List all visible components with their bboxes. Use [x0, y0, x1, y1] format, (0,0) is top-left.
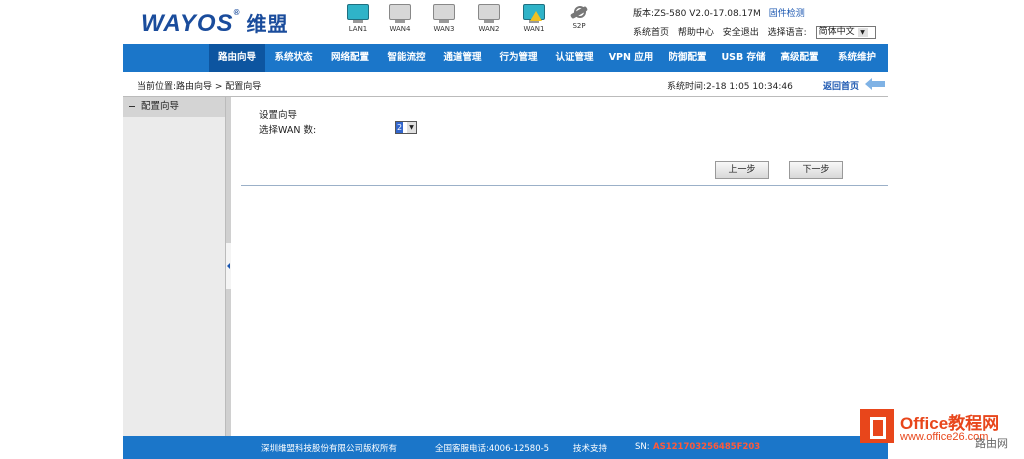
nav-system-status[interactable]: 系统状态: [266, 44, 321, 72]
sn-value: AS121703256485F203: [653, 442, 761, 452]
back-home-link[interactable]: 返回首页: [823, 79, 859, 92]
nav-maintenance[interactable]: 系统维护: [828, 44, 886, 72]
plug-icon: [568, 4, 590, 20]
sn-label: SN:: [635, 442, 650, 452]
port-wan4[interactable]: WAN4: [385, 4, 415, 33]
collapse-icon: [129, 106, 135, 107]
language-select[interactable]: 简体中文 ▼: [815, 26, 876, 39]
monitor-icon: [433, 4, 455, 20]
chevron-down-icon: ▼: [857, 28, 868, 37]
port-wan2[interactable]: WAN2: [474, 4, 504, 33]
nav-route-wizard[interactable]: 路由向导: [209, 44, 265, 72]
main-content: 设置向导 选择WAN 数: 2 ▼ 上一步 下一步: [231, 97, 888, 436]
firmware-check-link[interactable]: 固件检测: [769, 9, 805, 19]
footer: 深圳维盟科技股份有限公司版权所有 全国客服电话:4006-12580-5 技术支…: [123, 436, 888, 459]
sidebar: 配置向导: [123, 97, 226, 436]
lang-label: 选择语言:: [767, 28, 807, 38]
help-link[interactable]: 帮助中心: [678, 28, 714, 38]
home-link[interactable]: 系统首页: [633, 28, 669, 38]
chevron-down-icon: ▼: [407, 122, 416, 133]
router-admin-page: WAYOS®维盟 LAN1 WAN4 WAN3 WAN2 WAN1 S2P 版本…: [123, 0, 888, 459]
breadcrumb-bar: 当前位置:路由向导 > 配置向导 系统时间:2-18 1:05 10:34:46…: [123, 74, 888, 97]
support-link[interactable]: 技术支持: [573, 442, 607, 454]
wan-count-select[interactable]: 2 ▼: [395, 121, 417, 134]
back-arrow-icon[interactable]: [865, 78, 885, 90]
nav-vpn[interactable]: VPN 应用: [603, 44, 659, 72]
nav-channel-mgmt[interactable]: 通道管理: [435, 44, 490, 72]
watermark: Office教程网 www.office26.com 路由网: [860, 405, 1024, 459]
nav-auth-mgmt[interactable]: 认证管理: [547, 44, 602, 72]
nav-traffic-control[interactable]: 智能流控: [379, 44, 434, 72]
warning-icon: [530, 11, 542, 21]
port-s2p[interactable]: S2P: [564, 4, 594, 30]
logout-link[interactable]: 安全退出: [723, 28, 759, 38]
nav-usb-storage[interactable]: USB 存储: [716, 44, 771, 72]
monitor-icon: [347, 4, 369, 20]
top-links: 系统首页 帮助中心 安全退出 选择语言: 简体中文 ▼: [633, 25, 882, 39]
system-time: 系统时间:2-18 1:05 10:34:46: [667, 82, 793, 92]
monitor-icon: [389, 4, 411, 20]
hotline-text: 全国客服电话:4006-12580-5: [435, 444, 550, 454]
monitor-icon: [478, 4, 500, 20]
header: WAYOS®维盟 LAN1 WAN4 WAN3 WAN2 WAN1 S2P 版本…: [123, 0, 888, 44]
office-logo-icon: [860, 409, 894, 443]
nav-network-config[interactable]: 网络配置: [322, 44, 378, 72]
wan-count-label: 选择WAN 数:: [259, 125, 317, 136]
version-info: 版本:ZS-580 V2.0-17.08.17M 固件检测: [633, 9, 805, 19]
nav-defense[interactable]: 防御配置: [660, 44, 715, 72]
port-wan1[interactable]: WAN1: [519, 4, 549, 33]
port-wan3[interactable]: WAN3: [429, 4, 459, 33]
nav-behavior-mgmt[interactable]: 行为管理: [491, 44, 546, 72]
copyright-text: 深圳维盟科技股份有限公司版权所有: [261, 444, 398, 454]
sidebar-item-config-wizard[interactable]: 配置向导: [123, 97, 225, 117]
wizard-panel: 设置向导 选择WAN 数: 2 ▼ 上一步 下一步: [241, 107, 888, 186]
wayos-logo: WAYOS®维盟: [141, 8, 289, 37]
prev-step-button[interactable]: 上一步: [715, 161, 769, 179]
next-step-button[interactable]: 下一步: [789, 161, 843, 179]
nav-advanced[interactable]: 高级配置: [772, 44, 827, 72]
main-nav: 路由向导 系统状态 网络配置 智能流控 通道管理 行为管理 认证管理 VPN 应…: [123, 44, 888, 72]
port-lan1[interactable]: LAN1: [343, 4, 373, 33]
breadcrumb: 当前位置:路由向导 > 配置向导: [137, 82, 262, 92]
panel-title: 设置向导: [259, 110, 298, 121]
